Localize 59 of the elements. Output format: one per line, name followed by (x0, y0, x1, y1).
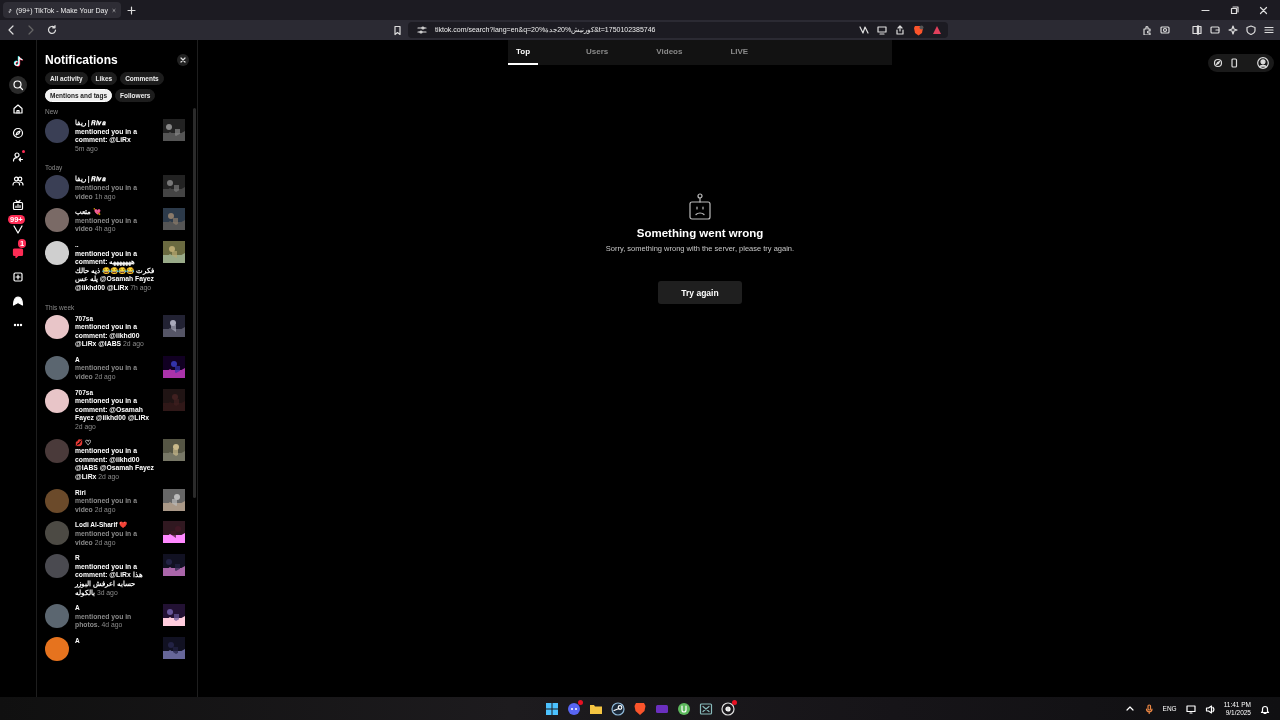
people-icon[interactable] (12, 175, 24, 187)
sidebar-icon[interactable] (1192, 25, 1202, 35)
site-settings-icon[interactable] (417, 25, 427, 35)
search-tab[interactable]: Users (578, 40, 617, 65)
torrent-icon[interactable] (677, 701, 691, 716)
forward-icon[interactable] (26, 24, 36, 36)
reload-icon[interactable] (46, 24, 58, 36)
bookmark-icon[interactable] (392, 24, 403, 36)
windows-icon[interactable] (545, 701, 559, 716)
check-icon[interactable] (12, 223, 24, 235)
search-icon[interactable] (12, 79, 24, 91)
avatar[interactable] (45, 636, 69, 661)
screen-icon[interactable] (877, 25, 887, 35)
search-tab[interactable]: Top (508, 40, 539, 65)
steam-icon[interactable] (611, 701, 625, 716)
camera-icon[interactable] (1160, 25, 1170, 35)
vpn-icon[interactable] (1246, 25, 1256, 35)
chat-app-icon[interactable] (567, 701, 581, 716)
close-icon (179, 56, 187, 64)
plus-icon[interactable] (127, 5, 136, 15)
search-tab[interactable]: LIVE (722, 40, 757, 65)
no-cast-icon[interactable] (859, 25, 869, 35)
shield-icon[interactable] (913, 24, 924, 36)
plus-square-icon[interactable] (12, 271, 24, 283)
notification-dot (22, 150, 25, 153)
speaker-icon[interactable] (1204, 703, 1215, 714)
home-icon[interactable] (12, 103, 24, 115)
tv-icon[interactable] (12, 199, 24, 211)
search-tab[interactable]: Videos (648, 40, 691, 65)
notification-dot (578, 699, 583, 705)
back-icon[interactable] (6, 24, 16, 36)
profile-icon[interactable] (1257, 57, 1269, 69)
sparkle-icon[interactable] (1228, 25, 1238, 35)
puzzle-icon[interactable] (1142, 25, 1152, 35)
bell-icon[interactable] (1260, 703, 1270, 714)
compass-icon[interactable] (1213, 58, 1223, 68)
restore-icon[interactable] (1230, 5, 1239, 15)
share-icon[interactable] (895, 25, 905, 35)
close-icon[interactable] (1259, 5, 1268, 15)
person-arrow-icon[interactable] (12, 151, 24, 163)
error-title: Something went wrong (636, 227, 764, 239)
chat-bubble-icon[interactable] (12, 247, 24, 259)
notification-dot (732, 699, 737, 705)
panel-title: Notifications (45, 53, 119, 67)
wallet-icon[interactable] (1210, 25, 1220, 35)
record-icon[interactable] (721, 701, 735, 716)
avatar[interactable] (45, 240, 69, 265)
spreadsheet-icon[interactable] (699, 701, 713, 716)
avatar[interactable] (45, 388, 69, 413)
phone-icon[interactable] (1229, 58, 1239, 68)
monitor-icon[interactable] (1185, 703, 1196, 714)
microphone-icon[interactable] (1143, 703, 1154, 714)
tiktok-logo[interactable] (12, 55, 24, 67)
lion-shield-icon[interactable] (633, 701, 647, 716)
menu-icon[interactable] (1264, 25, 1274, 35)
avatar[interactable] (45, 314, 69, 339)
try-again-button[interactable]: Try again (658, 281, 742, 304)
close-button[interactable] (177, 54, 189, 66)
triangle-icon[interactable] (932, 25, 942, 35)
